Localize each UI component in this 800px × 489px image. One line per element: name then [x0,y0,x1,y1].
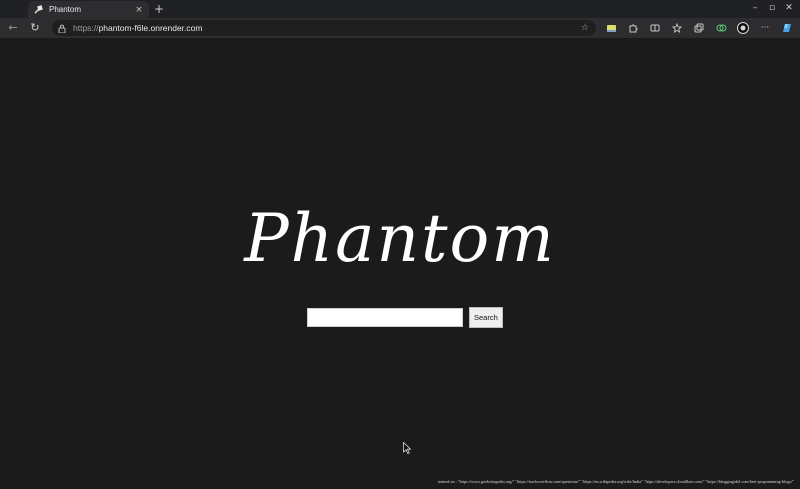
copilot-icon[interactable] [780,21,794,35]
search-form: Search [307,307,503,328]
close-window-icon[interactable]: ✕ [784,2,794,14]
tab-close-icon[interactable]: × [133,5,145,15]
search-button[interactable]: Search [469,307,503,328]
search-input[interactable] [307,308,463,327]
profile-icon[interactable] [736,21,750,35]
mouse-cursor-icon [403,439,412,458]
minimize-icon[interactable]: – [750,2,760,14]
extension-puzzle-icon[interactable] [626,21,640,35]
phantom-logo: Phantom [244,200,556,277]
tab-bar: Phantom × + – ▫ ✕ [0,0,800,18]
favorite-star-icon[interactable]: ☆ [581,23,589,33]
page-content: Phantom Search trained on : "https://www… [2,38,798,489]
collections-icon[interactable] [692,21,706,35]
extension-yellow-icon[interactable] [604,21,618,35]
favorites-icon[interactable] [670,21,684,35]
tab-phantom[interactable]: Phantom × [28,1,149,18]
phantom-favicon-icon [34,5,43,14]
restore-icon[interactable]: ▫ [767,2,777,14]
extension-toolbar: ··· [604,21,794,35]
back-icon[interactable]: ← [6,21,20,35]
tab-title: Phantom [49,5,82,14]
window-controls: – ▫ ✕ [750,2,794,14]
address-bar[interactable]: https://phantom-f6le.onrender.com ☆ [52,20,596,36]
browser-toolbar: ← ↻ https://phantom-f6le.onrender.com ☆ [0,18,800,38]
lock-icon[interactable] [58,24,68,33]
reload-icon[interactable]: ↻ [28,21,42,35]
url-scheme: https:// [73,23,99,33]
shopping-icon[interactable] [714,21,728,35]
trained-on-note: trained on : "https://www.geeksforgeeks.… [437,479,794,484]
url-host: phantom-f6le.onrender.com [98,23,203,33]
new-tab-button[interactable]: + [152,1,166,17]
more-icon[interactable]: ··· [758,21,772,35]
split-screen-icon[interactable] [648,21,662,35]
browser-window: Phantom × + – ▫ ✕ ← ↻ https://phantom-f6… [0,0,800,489]
address-url[interactable]: https://phantom-f6le.onrender.com [73,23,581,33]
